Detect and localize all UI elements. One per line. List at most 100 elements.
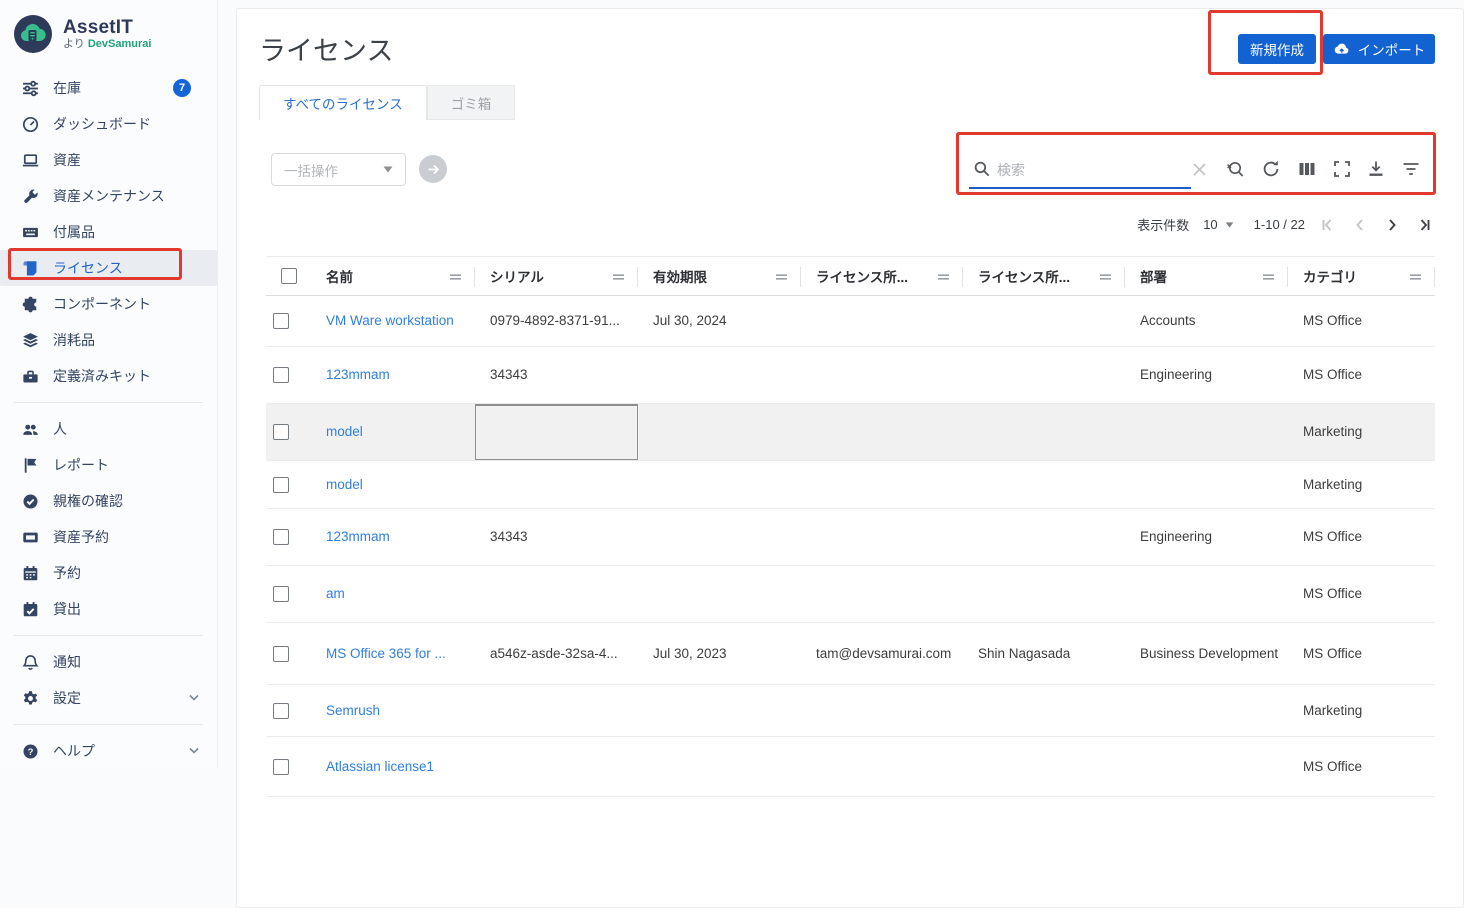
app-byline-brand: DevSamurai — [88, 38, 152, 50]
license-name-link[interactable]: 123mmam — [311, 509, 475, 565]
first-page-icon[interactable] — [1319, 216, 1337, 234]
rows-per-page-value: 10 — [1203, 217, 1217, 232]
rows-per-page-label: 表示件数 — [1137, 215, 1189, 234]
row-checkbox[interactable] — [273, 529, 289, 545]
pagination-range: 1-10 / 22 — [1254, 217, 1305, 232]
caret-down-icon — [1225, 222, 1234, 228]
sidebar-item-assets[interactable]: 資産 — [0, 142, 217, 178]
create-button[interactable]: 新規作成 — [1238, 34, 1316, 64]
row-checkbox[interactable] — [273, 367, 289, 383]
row-checkbox[interactable] — [273, 313, 289, 329]
license-name-link[interactable]: VM Ware workstation — [311, 296, 475, 346]
sidebar-item-settings[interactable]: 設定 — [0, 680, 217, 716]
sidebar-item-asset-booking[interactable]: 資産予約 — [0, 519, 217, 555]
table-body: VM Ware workstation 0979-4892-8371-91...… — [266, 296, 1435, 797]
column-header-name: 名前 — [311, 257, 475, 295]
fullscreen-icon[interactable] — [1332, 159, 1352, 179]
column-header-serial: シリアル — [475, 257, 638, 295]
row-checkbox[interactable] — [273, 586, 289, 602]
rows-per-page-select[interactable]: 10 — [1203, 217, 1233, 232]
licenses-card: ライセンス すべてのライセンス ゴミ箱 新規作成 インポート 一括操作 — [236, 8, 1464, 908]
sidebar-item-reservation[interactable]: 予約 — [0, 555, 217, 591]
license-name-link[interactable]: MS Office 365 for ... — [311, 623, 475, 684]
column-menu-icon[interactable] — [1409, 271, 1422, 283]
sidebar-item-asset-maintenance[interactable]: 資産メンテナンス — [0, 178, 217, 214]
column-menu-icon[interactable] — [449, 271, 462, 283]
search-reset-icon[interactable] — [1225, 159, 1245, 179]
sidebar-item-reports[interactable]: レポート — [0, 447, 217, 483]
page-title: ライセンス — [259, 29, 393, 68]
row-checkbox[interactable] — [273, 424, 289, 440]
next-page-icon[interactable] — [1383, 216, 1401, 234]
last-page-icon[interactable] — [1415, 216, 1433, 234]
table-row: Atlassian license1 MS Office — [266, 737, 1435, 797]
license-name-link[interactable]: model — [311, 461, 475, 508]
cloud-upload-icon — [1333, 41, 1350, 58]
sidebar-item-label: コンポーネント — [53, 294, 151, 314]
license-name-link[interactable]: 123mmam — [311, 347, 475, 403]
column-menu-icon[interactable] — [937, 271, 950, 283]
sidebar-item-audit[interactable]: 親権の確認 — [0, 483, 217, 519]
license-name-link[interactable]: model — [311, 404, 475, 460]
column-menu-icon[interactable] — [1262, 271, 1275, 283]
bulk-action-select[interactable]: 一括操作 — [271, 153, 406, 186]
bulk-apply-button[interactable] — [419, 155, 447, 183]
row-checkbox[interactable] — [273, 646, 289, 662]
sidebar-item-people[interactable]: 人 — [0, 411, 217, 447]
licenses-table: 名前 シリアル 有効期限 ライセンス所... ライセンス所... 部署 カテゴリ… — [266, 256, 1435, 797]
select-all-checkbox[interactable] — [281, 268, 297, 284]
pagination: 表示件数 10 1-10 / 22 — [1137, 215, 1433, 234]
column-header-department: 部署 — [1125, 257, 1288, 295]
clear-search-icon[interactable] — [1191, 161, 1208, 178]
app-logo: AssetIT より DevSamurai — [0, 0, 217, 54]
gear-icon — [22, 690, 39, 707]
table-row: model Marketing — [266, 461, 1435, 509]
column-menu-icon[interactable] — [775, 271, 788, 283]
row-checkbox[interactable] — [273, 759, 289, 775]
card-icon — [22, 529, 39, 546]
tab-trash[interactable]: ゴミ箱 — [427, 85, 516, 120]
column-menu-icon[interactable] — [1099, 271, 1112, 283]
sidebar-item-consumables[interactable]: 消耗品 — [0, 322, 217, 358]
flag-icon — [22, 457, 39, 474]
sidebar-item-accessories[interactable]: 付属品 — [0, 214, 217, 250]
sidebar-item-inventory[interactable]: 在庫 7 — [0, 70, 217, 106]
row-checkbox[interactable] — [273, 703, 289, 719]
sidebar-item-label: 資産 — [53, 150, 81, 170]
license-name-link[interactable]: am — [311, 566, 475, 622]
app-logo-icon — [13, 14, 53, 54]
sidebar-item-dashboard[interactable]: ダッシュボード — [0, 106, 217, 142]
license-icon — [22, 260, 39, 277]
bell-icon — [22, 654, 39, 671]
search-input[interactable] — [997, 157, 1187, 183]
license-name-link[interactable]: Semrush — [311, 685, 475, 736]
calendar-check-icon — [22, 601, 39, 618]
sidebar-item-licenses[interactable]: ライセンス — [0, 250, 217, 286]
sidebar-item-predefined-kits[interactable]: 定義済みキット — [0, 358, 217, 394]
sidebar-item-help[interactable]: ? ヘルプ — [0, 733, 217, 769]
tab-all-licenses[interactable]: すべてのライセンス — [259, 85, 427, 120]
help-icon: ? — [22, 743, 39, 760]
sidebar-item-label: 資産メンテナンス — [53, 186, 165, 206]
sidebar-item-label: ヘルプ — [53, 741, 95, 761]
keyboard-icon — [22, 224, 39, 241]
row-checkbox[interactable] — [273, 477, 289, 493]
sidebar-divider — [14, 635, 203, 636]
filter-icon[interactable] — [1401, 159, 1421, 179]
columns-icon[interactable] — [1297, 159, 1317, 179]
sidebar-item-label: 定義済みキット — [53, 366, 151, 386]
column-menu-icon[interactable] — [612, 271, 625, 283]
puzzle-icon — [22, 296, 39, 313]
calendar-icon — [22, 565, 39, 582]
previous-page-icon[interactable] — [1351, 216, 1369, 234]
license-name-link[interactable]: Atlassian license1 — [311, 737, 475, 796]
focused-cell[interactable] — [475, 404, 638, 460]
arrow-right-icon — [426, 162, 441, 177]
refresh-icon[interactable] — [1261, 159, 1281, 179]
sidebar-item-checkout[interactable]: 貸出 — [0, 591, 217, 627]
import-button[interactable]: インポート — [1323, 34, 1435, 64]
table-row: VM Ware workstation 0979-4892-8371-91...… — [266, 296, 1435, 347]
sidebar-item-notifications[interactable]: 通知 — [0, 644, 217, 680]
sidebar-item-components[interactable]: コンポーネント — [0, 286, 217, 322]
download-icon[interactable] — [1366, 159, 1386, 179]
